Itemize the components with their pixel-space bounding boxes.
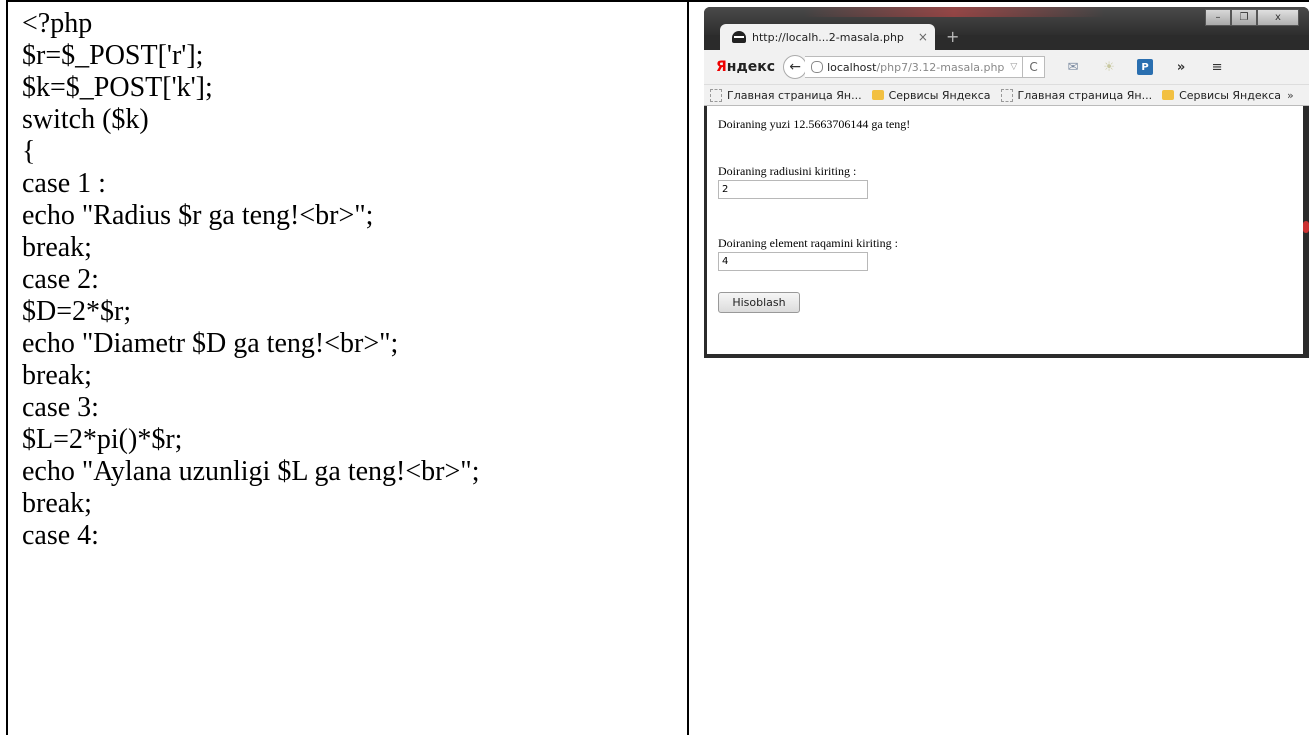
code-line: case 2:: [22, 264, 99, 295]
bookmarks-bar: Главная страница Ян... Сервисы Яндекса Г…: [704, 84, 1309, 106]
browser-tab[interactable]: http://localh...2-masala.php ×: [720, 24, 935, 50]
window-edge: [1303, 106, 1309, 358]
radius-input[interactable]: 2: [718, 180, 868, 199]
url-path: /php7/3.12-masala.php: [876, 60, 1005, 74]
code-line: case 4:: [22, 520, 99, 551]
code-line: echo "Radius $r ga teng!<br>";: [22, 200, 374, 231]
private-mode-icon: [732, 31, 746, 43]
folder-icon: [871, 90, 884, 100]
table-left-border: [6, 0, 8, 735]
element-input[interactable]: 4: [718, 252, 868, 271]
code-line: {: [22, 136, 36, 167]
result-text: Doiraning yuzi 12.5663706144 ga teng!: [718, 117, 911, 131]
code-line: echo "Aylana uzunligi $L ga teng!<br>";: [22, 456, 480, 487]
code-line: <?php: [22, 8, 93, 39]
calculate-button[interactable]: Hisoblash: [718, 292, 800, 313]
php-code-listing: <?php $r=$_POST['r']; $k=$_POST['k']; sw…: [22, 8, 682, 552]
maximize-button[interactable]: ❐: [1231, 9, 1257, 26]
bookmark-item[interactable]: Сервисы Яндекса: [1162, 89, 1281, 102]
tab-title: http://localh...2-masala.php: [752, 30, 904, 44]
yandex-logo[interactable]: Яндекс: [716, 59, 775, 75]
table-column-divider: [687, 0, 689, 735]
code-line: switch ($k): [22, 104, 149, 135]
reload-button[interactable]: C: [1023, 56, 1046, 78]
code-line: $L=2*pi()*$r;: [22, 424, 183, 455]
code-line: case 1 :: [22, 168, 106, 199]
bookmark-item[interactable]: Сервисы Яндекса: [871, 89, 991, 102]
code-line: break;: [22, 360, 92, 391]
pbar-extension-icon[interactable]: P: [1137, 59, 1154, 75]
code-line: break;: [22, 488, 92, 519]
bookmarks-overflow-icon[interactable]: »: [1287, 89, 1294, 102]
weather-icon[interactable]: ☀: [1101, 59, 1117, 75]
new-tab-button[interactable]: +: [946, 27, 959, 46]
menu-icon[interactable]: ≡: [1209, 59, 1225, 75]
browser-screenshot: – ❐ x http://localh...2-masala.php × + Я…: [704, 7, 1309, 358]
titlebar-glow: [804, 7, 1104, 17]
code-line: $D=2*$r;: [22, 296, 132, 327]
bookmark-item[interactable]: Главная страница Ян...: [710, 88, 862, 102]
page-icon: [1000, 88, 1013, 102]
overflow-icon[interactable]: »: [1173, 59, 1189, 75]
tab-close-icon[interactable]: ×: [918, 30, 928, 44]
element-label: Doiraning element raqamini kiriting :: [718, 236, 898, 250]
navigation-bar: Яндекс ← localhost/php7/3.12-masala.php …: [704, 50, 1309, 84]
globe-icon: [811, 61, 824, 73]
folder-icon: [1162, 90, 1175, 100]
url-host: localhost: [827, 60, 877, 74]
code-line: echo "Diametr $D ga teng!<br>";: [22, 328, 399, 359]
radius-label: Doiraning radiusini kiriting :: [718, 164, 857, 178]
window-controls: – ❐ x: [1205, 9, 1299, 26]
address-bar[interactable]: localhost/php7/3.12-masala.php ▽: [805, 56, 1024, 78]
code-line: $r=$_POST['r'];: [22, 40, 204, 71]
code-line: break;: [22, 232, 92, 263]
minimize-button[interactable]: –: [1205, 9, 1231, 26]
web-page-content: Doiraning yuzi 12.5663706144 ga teng! Do…: [707, 106, 1303, 354]
close-window-button[interactable]: x: [1257, 9, 1299, 26]
code-line: $k=$_POST['k'];: [22, 72, 213, 103]
bookmark-item[interactable]: Главная страница Ян...: [1000, 88, 1152, 102]
url-dropdown-icon[interactable]: ▽: [1010, 62, 1017, 72]
page-icon: [710, 88, 722, 102]
mail-icon[interactable]: ✉: [1065, 59, 1081, 75]
code-line: case 3:: [22, 392, 99, 423]
back-button[interactable]: ←: [783, 55, 808, 79]
